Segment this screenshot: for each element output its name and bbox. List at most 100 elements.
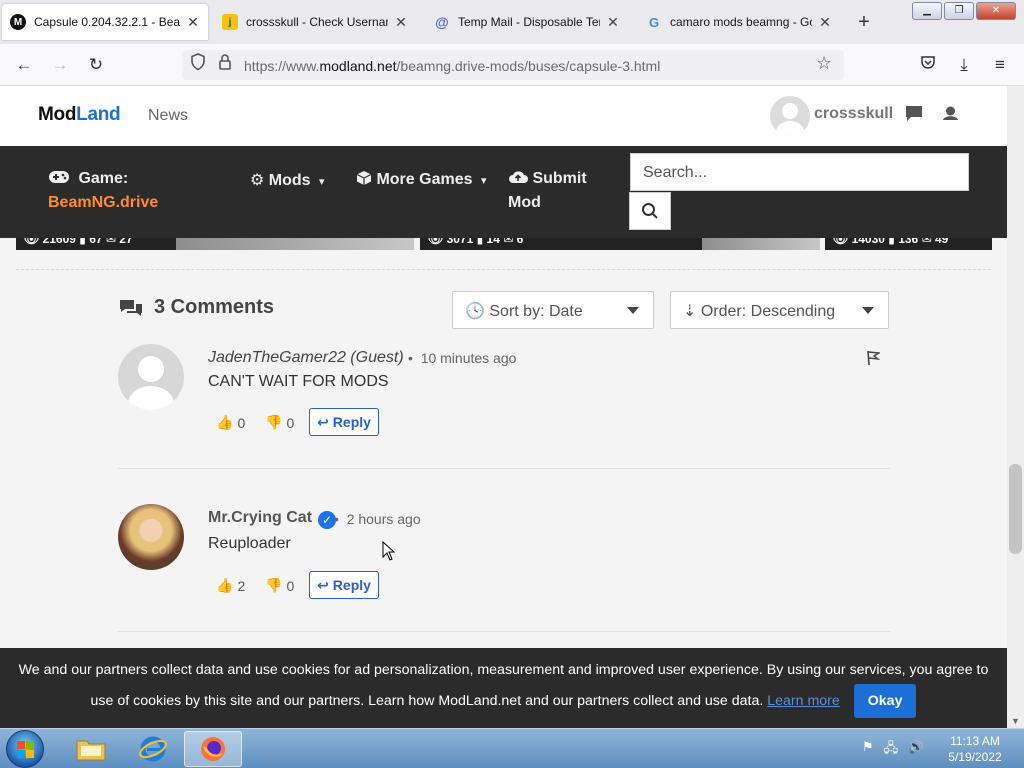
- downloads-icon[interactable]: ⤓: [952, 53, 976, 77]
- submit-label-1: Submit: [532, 170, 587, 187]
- mods-menu[interactable]: ⚙ Mods ▾: [250, 170, 325, 190]
- page-scrollbar[interactable]: ▼: [1007, 86, 1024, 728]
- reply-arrow-icon: ↩: [317, 576, 329, 593]
- game-selector[interactable]: Game: BeamNG.drive: [48, 170, 158, 212]
- cloud-upload-icon: [508, 170, 532, 187]
- internet-explorer-icon[interactable]: [124, 731, 182, 767]
- pocket-icon[interactable]: [916, 53, 940, 77]
- cookie-text-line1: We and our partners collect data and use…: [18, 662, 989, 678]
- comment-separator: [118, 631, 890, 632]
- mouse-cursor-icon: [382, 540, 396, 566]
- clock-icon: 🕓: [465, 303, 485, 320]
- reply-button[interactable]: ↩ Reply: [309, 571, 379, 599]
- chevron-down-icon: ▾: [480, 175, 487, 187]
- tab-google-search[interactable]: G camaro mods beamng - Google ✕: [638, 4, 840, 40]
- sort-by-select[interactable]: 🕓 Sort by: Date: [452, 291, 654, 329]
- more-games-menu[interactable]: More Games ▾: [356, 170, 486, 189]
- comment-text: CAN'T WAIT FOR MODS: [208, 373, 389, 390]
- scrollbar-thumb[interactable]: [1009, 464, 1022, 554]
- guest-avatar: [118, 344, 184, 410]
- sort-by-label: Sort by: Date: [489, 303, 583, 320]
- submit-label-2: Mod: [508, 194, 541, 211]
- close-tab-icon[interactable]: ✕: [606, 14, 620, 31]
- new-tab-plus-icon[interactable]: +: [852, 10, 876, 34]
- comment-author: Mr.Crying Cat ✓: [208, 509, 337, 529]
- comment-author: JadenTheGamer22 (Guest): [208, 349, 404, 366]
- thumbs-up-icon: 👍: [216, 577, 234, 593]
- mod-card-stats: 👁 21609 ▮ 67 ✉ 27: [24, 238, 133, 246]
- dislike-button[interactable]: 👎 0: [265, 577, 294, 594]
- comments-icon: [120, 299, 142, 316]
- close-window-icon[interactable]: ✕: [976, 2, 1016, 20]
- windows-taskbar: ⚑ 🖧 🔊 11:13 AM 5/19/2022: [0, 728, 1024, 768]
- web-page: ModLand News crossskull Game: BeamNG.dri…: [0, 86, 1007, 728]
- tab-temp-mail[interactable]: @ Temp Mail - Disposable Temp ✕: [426, 4, 628, 40]
- learn-more-link[interactable]: Learn more: [767, 693, 840, 709]
- action-center-flag-icon[interactable]: ⚑: [862, 739, 874, 761]
- notifications-icon[interactable]: [942, 105, 959, 127]
- reload-icon[interactable]: ↻: [84, 53, 108, 77]
- minimize-icon[interactable]: ▁: [912, 2, 942, 20]
- messages-icon[interactable]: [905, 105, 923, 127]
- modland-logo[interactable]: ModLand: [38, 104, 121, 126]
- close-tab-icon[interactable]: ✕: [394, 14, 408, 31]
- dislike-button[interactable]: 👎 0: [265, 414, 294, 431]
- comment-text: Reuploader: [208, 535, 291, 552]
- search-button[interactable]: [629, 192, 671, 230]
- file-explorer-icon[interactable]: [62, 731, 120, 767]
- cookie-text-line2: use of cookies by this site and our part…: [0, 684, 1007, 718]
- back-arrow-icon[interactable]: ←: [12, 53, 36, 77]
- close-tab-icon[interactable]: ✕: [818, 14, 832, 31]
- username-link[interactable]: crossskull: [814, 105, 893, 123]
- like-button[interactable]: 👍 0: [216, 414, 245, 431]
- mod-card[interactable]: 👁 21609 ▮ 67 ✉ 27: [16, 238, 414, 250]
- tab-check-username[interactable]: j crossskull - Check Username ✕: [214, 4, 416, 40]
- user-avatar[interactable]: [770, 96, 810, 136]
- system-tray: ⚑ 🖧 🔊: [862, 739, 924, 761]
- more-games-label: More Games: [376, 171, 473, 188]
- start-button[interactable]: [6, 730, 44, 768]
- chevron-down-icon: ▾: [319, 176, 325, 188]
- mod-card[interactable]: 👁 3071 ▮ 14 ✉ 6: [420, 238, 820, 250]
- submit-mod-link[interactable]: Submit Mod: [508, 170, 587, 212]
- volume-icon[interactable]: 🔊: [908, 739, 924, 761]
- forward-arrow-icon[interactable]: →: [48, 53, 72, 77]
- system-clock[interactable]: 11:13 AM 5/19/2022: [940, 733, 1010, 765]
- close-tab-icon[interactable]: ✕: [186, 14, 200, 31]
- tracking-shield-icon[interactable]: [190, 53, 206, 75]
- site-header: ModLand News crossskull: [0, 86, 1007, 146]
- tab-capsule[interactable]: M Capsule 0.204.32.2.1 - BeamNG ✕: [2, 4, 208, 40]
- order-select[interactable]: ⇣ Order: Descending: [670, 291, 889, 329]
- namecheck-favicon-icon: j: [222, 14, 238, 30]
- browser-toolbar: ← → ↻ https://www.modland.net/beamng.dri…: [0, 44, 1024, 86]
- game-value[interactable]: BeamNG.drive: [48, 194, 158, 212]
- menu-hamburger-icon[interactable]: ≡: [988, 53, 1012, 77]
- modland-favicon-icon: M: [10, 14, 26, 30]
- search-input[interactable]: Search...: [630, 153, 969, 191]
- like-button[interactable]: 👍 2: [216, 577, 245, 594]
- user-photo-avatar: [118, 504, 184, 570]
- firefox-icon[interactable]: [184, 731, 242, 767]
- comment-item: Mr.Crying Cat ✓ • 2 hours ago Reuploader …: [118, 504, 890, 604]
- url-bar[interactable]: https://www.modland.net/beamng.drive-mod…: [182, 50, 844, 80]
- okay-button[interactable]: Okay: [853, 684, 917, 718]
- lock-icon[interactable]: [218, 53, 232, 75]
- restore-icon[interactable]: ❐: [944, 2, 974, 20]
- tab-title: camaro mods beamng - Google: [670, 15, 812, 29]
- bookmark-star-icon[interactable]: ☆: [816, 53, 832, 74]
- news-link[interactable]: News: [148, 107, 188, 125]
- mod-card[interactable]: 👁 14030 ▮ 136 ✉ 49: [825, 238, 992, 250]
- mod-card-stats: 👁 14030 ▮ 136 ✉ 49: [833, 238, 949, 246]
- flag-icon[interactable]: [866, 350, 882, 371]
- sort-order-icon: ⇣: [683, 303, 697, 320]
- comments-header: 3 Comments: [118, 296, 274, 319]
- reply-button[interactable]: ↩ Reply: [309, 408, 379, 436]
- search-icon: [642, 203, 658, 219]
- network-icon[interactable]: 🖧: [884, 739, 899, 761]
- comment-timestamp: • 2 hours ago: [334, 511, 421, 527]
- google-favicon-icon: G: [648, 14, 660, 30]
- url-text[interactable]: https://www.modland.net/beamng.drive-mod…: [244, 58, 660, 74]
- main-nav-bar: Game: BeamNG.drive ⚙ Mods ▾ More Games ▾…: [0, 146, 1007, 238]
- scroll-down-icon[interactable]: ▼: [1011, 716, 1020, 726]
- gears-icon: ⚙: [250, 172, 265, 189]
